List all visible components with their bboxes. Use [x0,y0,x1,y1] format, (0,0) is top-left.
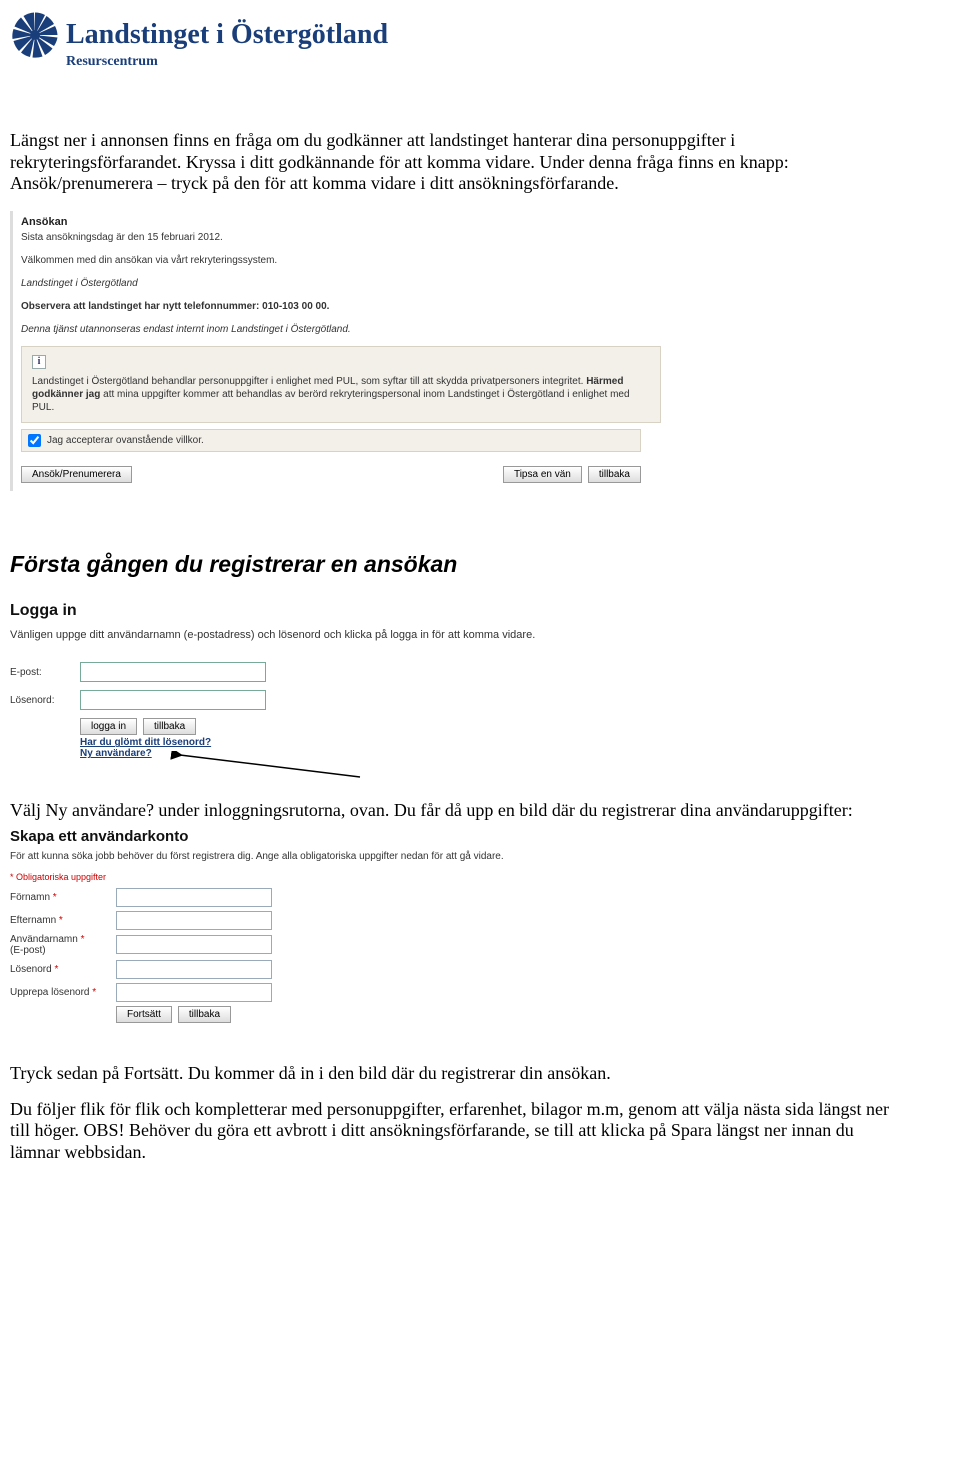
create-account-heading: Skapa ett användarkonto [10,828,730,845]
logo-icon [10,10,60,60]
screenshot-login: Logga in Vänligen uppge ditt användarnam… [10,602,630,759]
password-label-3: Lösenord * [10,964,110,975]
pul-consent-box: i Landstinget i Östergötland behandlar p… [21,346,661,423]
firstname-label: Förnamn * [10,892,110,903]
ansokan-internal: Denna tjänst utannonseras endast internt… [21,323,661,336]
repeat-password-label: Upprepa lösenord * [10,987,110,998]
accept-label: Jag accepterar ovanstående villkor. [47,434,204,447]
back-button-3[interactable]: tillbaka [178,1006,231,1023]
header-logo: Landstinget i Östergötland Resurscentrum [10,10,900,70]
username-label: Användarnamn *(E-post) [10,934,110,956]
accept-checkbox[interactable] [28,434,41,447]
forgot-password-link[interactable]: Har du glömt ditt lösenord? [80,737,630,748]
ansokan-deadline: Sista ansökningsdag är den 15 februari 2… [21,231,661,244]
required-note: * Obligatoriska uppgifter [10,872,730,882]
login-heading: Logga in [10,602,630,620]
accept-row[interactable]: Jag accepterar ovanstående villkor. [21,429,641,452]
screenshot-create-account: Skapa ett användarkonto För att kunna sö… [10,828,730,1023]
repeat-password-field[interactable] [116,983,272,1002]
pul-text-post: att mina uppgifter kommer att behandlas … [32,389,630,413]
apply-subscribe-button[interactable]: Ansök/Prenumerera [21,466,132,483]
back-button-2[interactable]: tillbaka [143,718,196,735]
login-button[interactable]: logga in [80,718,137,735]
outro-p1: Tryck sedan på Fortsätt. Du kommer då in… [10,1063,900,1085]
create-account-sub: För att kunna söka jobb behöver du först… [10,851,730,862]
ansokan-heading: Ansökan [21,215,661,229]
logo-subtitle: Resurscentrum [66,54,900,70]
screenshot-ansokan: Ansökan Sista ansökningsdag är den 15 fe… [10,211,669,491]
password-label: Lösenord: [10,695,70,706]
mid-paragraph: Välj Ny användare? under inloggningsruto… [10,800,900,822]
password-field[interactable] [80,690,266,710]
arrow-annotation-icon [170,751,370,781]
pul-text-pre: Landstinget i Östergötland behandlar per… [32,376,586,387]
logo-title: Landstinget i Östergötland [66,19,388,51]
back-button-1[interactable]: tillbaka [588,466,641,483]
firstname-field[interactable] [116,888,272,907]
lastname-label: Efternamn * [10,915,110,926]
email-label: E-post: [10,667,70,678]
login-instructions: Vänligen uppge ditt användarnamn (e-post… [10,628,630,642]
intro-paragraph: Längst ner i annonsen finns en fråga om … [10,130,900,195]
outro-p2: Du följer flik för flik och kompletterar… [10,1099,900,1164]
lastname-field[interactable] [116,911,272,930]
info-icon: i [32,355,46,369]
ansokan-org: Landstinget i Östergötland [21,277,661,290]
section-heading: Första gången du registrerar en ansökan [10,551,900,578]
continue-button[interactable]: Fortsätt [116,1006,172,1023]
ansokan-notice: Observera att landstinget har nytt telef… [21,300,661,313]
tip-friend-button[interactable]: Tipsa en vän [503,466,582,483]
password-field-3[interactable] [116,960,272,979]
email-field[interactable] [80,662,266,682]
ansokan-welcome: Välkommen med din ansökan via vårt rekry… [21,254,661,267]
username-field[interactable] [116,935,272,954]
